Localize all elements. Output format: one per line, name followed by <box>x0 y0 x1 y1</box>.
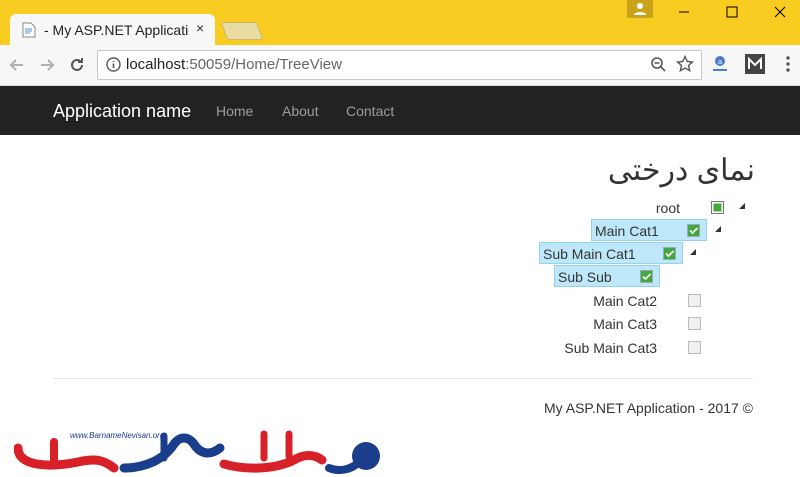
browser-tab-strip: - My ASP.NET Application × <box>0 0 800 45</box>
partial-checkbox-icon[interactable] <box>711 201 724 214</box>
logo-url-text: www.BarnameNevisan.org <box>70 431 165 440</box>
tree-node-sub-sub[interactable]: Sub Sub <box>554 265 664 287</box>
forward-arrow-icon[interactable] <box>37 55 57 75</box>
nav-about-link[interactable]: About <box>282 103 319 119</box>
nav-contact-link[interactable]: Contact <box>346 103 394 119</box>
star-icon[interactable] <box>676 55 694 73</box>
tree-node-root[interactable]: root <box>640 196 760 218</box>
reload-icon[interactable] <box>67 55 87 75</box>
unchecked-checkbox-icon[interactable] <box>688 341 701 354</box>
address-bar[interactable]: localhost:50059/Home/TreeView <box>97 50 702 80</box>
checked-checkbox-icon[interactable] <box>687 224 700 237</box>
browser-toolbar: localhost:50059/Home/TreeView a <box>0 45 800 86</box>
m-extension-icon[interactable] <box>745 54 765 74</box>
tree-node-main-cat1[interactable]: Main Cat1 <box>591 219 731 241</box>
footer-divider <box>53 378 753 379</box>
info-icon[interactable] <box>106 57 121 72</box>
svg-text:a: a <box>718 58 722 66</box>
maximize-icon[interactable] <box>709 0 755 24</box>
checked-checkbox-icon[interactable] <box>640 270 653 283</box>
expanded-caret-icon[interactable] <box>715 226 721 232</box>
tree-node-sub-main-cat3[interactable]: Sub Main Cat3 <box>540 336 710 358</box>
user-profile-icon[interactable] <box>627 0 653 18</box>
tree-node-label: root <box>655 200 680 216</box>
url-text: localhost:50059/Home/TreeView <box>126 56 342 73</box>
menu-dots-icon[interactable] <box>778 54 798 74</box>
tree-node-main-cat3[interactable]: Main Cat3 <box>560 312 710 334</box>
tree-node-sub-main-cat1[interactable]: Sub Main Cat1 <box>539 242 709 264</box>
tab-title: - My ASP.NET Application <box>44 22 189 38</box>
unchecked-checkbox-icon[interactable] <box>688 317 701 330</box>
new-tab-button[interactable] <box>220 22 264 40</box>
browser-tab[interactable]: - My ASP.NET Application × <box>10 14 215 45</box>
expanded-caret-icon[interactable] <box>739 203 745 209</box>
close-window-icon[interactable] <box>757 0 800 24</box>
tree-node-label: Sub Main Cat3 <box>564 340 657 356</box>
unchecked-checkbox-icon[interactable] <box>688 294 701 307</box>
back-arrow-icon[interactable] <box>7 55 27 75</box>
app-navbar: Application name Home About Contact <box>0 86 800 135</box>
nav-home-link[interactable]: Home <box>216 103 253 119</box>
footer-text: My ASP.NET Application - 2017 © <box>543 400 753 416</box>
tree-node-label: Main Cat1 <box>595 223 659 239</box>
translate-extension-icon[interactable]: a <box>710 54 730 74</box>
tree-node-label: Sub Main Cat1 <box>543 246 636 262</box>
brand-link[interactable]: Application name <box>53 101 191 122</box>
tree-node-label: Main Cat3 <box>593 316 657 332</box>
tree-node-label: Main Cat2 <box>593 293 657 309</box>
minimize-icon[interactable] <box>661 0 707 24</box>
tab-close-icon[interactable]: × <box>196 20 204 36</box>
page-title: نمای درختی <box>607 154 755 187</box>
zoom-icon[interactable] <box>650 56 667 73</box>
page-icon <box>22 22 36 38</box>
tree-node-main-cat2[interactable]: Main Cat2 <box>560 289 710 311</box>
checked-checkbox-icon[interactable] <box>663 247 676 260</box>
expanded-caret-icon[interactable] <box>690 249 696 255</box>
tree-node-label: Sub Sub <box>558 269 612 285</box>
